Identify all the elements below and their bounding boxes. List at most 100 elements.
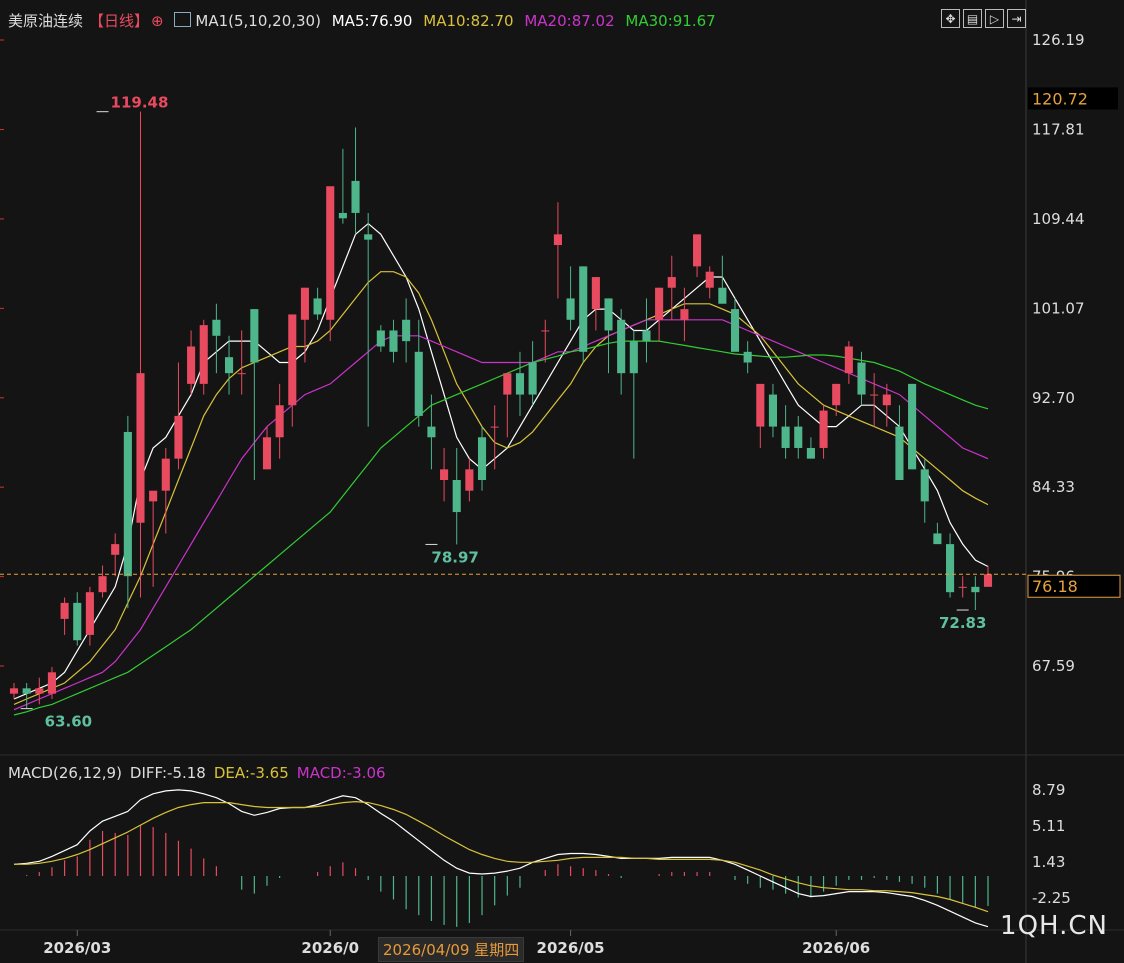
candle-up [819, 410, 828, 448]
candle-up [60, 602, 69, 619]
low-annotation: 78.97 [431, 548, 478, 566]
ma10-line [13, 271, 989, 705]
candle-down [452, 480, 461, 513]
candle-down [718, 287, 727, 304]
candle-down [604, 298, 613, 331]
grid-icon[interactable]: ▤ [963, 9, 982, 28]
price-tick-label: 117.81 [1032, 121, 1085, 139]
play-icon[interactable]: ▷ [985, 9, 1004, 28]
macd-value: MACD:-3.06 [296, 764, 386, 782]
candle-up [667, 277, 676, 288]
date-label: 2026/06 [802, 939, 870, 957]
price-tick-label: 67.59 [1032, 657, 1075, 675]
candle-up [503, 373, 512, 395]
candle-down [212, 319, 221, 336]
candle-down [971, 586, 980, 593]
diff-value: DIFF:-5.18 [129, 764, 206, 782]
candle-down [579, 266, 588, 352]
candle-up [111, 544, 120, 555]
candle-down [908, 383, 917, 470]
indicator-icon[interactable] [174, 12, 192, 27]
next-icon[interactable]: ⇥ [1007, 9, 1026, 28]
candle-up [591, 277, 600, 310]
macd-tick-label: 8.79 [1032, 781, 1065, 799]
date-label: 2026/05 [537, 939, 605, 957]
high-annotation: 119.48 [111, 94, 169, 112]
candle-up [983, 574, 993, 587]
candle-up [149, 490, 158, 502]
kline-chart[interactable]: 126.19117.81109.44101.0792.7084.3375.966… [0, 0, 1124, 963]
candle-down [781, 426, 790, 448]
candle-down [477, 437, 487, 481]
candle-up [136, 373, 145, 523]
candle-down [794, 426, 803, 448]
candle-up [490, 426, 499, 428]
candle-up [9, 688, 19, 694]
candle-down [338, 212, 347, 219]
candle-up [199, 325, 208, 384]
macd-tick-label: -2.25 [1032, 889, 1071, 907]
candle-down [224, 357, 234, 374]
ma-label[interactable]: MA1(5,10,20,30) [195, 12, 321, 30]
candle-down [806, 447, 815, 459]
candle-up [300, 287, 309, 320]
candle-up [98, 576, 107, 593]
candle-down [389, 330, 398, 352]
add-icon[interactable]: ⊕ [151, 12, 164, 30]
candle-down [946, 544, 955, 593]
candle-up [756, 383, 765, 427]
ma30-value: MA30:91.67 [625, 12, 716, 30]
candle-down [351, 180, 360, 213]
candle-up [35, 688, 44, 694]
candle-up [237, 373, 246, 375]
macd-tick-label: 5.11 [1032, 817, 1065, 835]
candle-down [515, 373, 525, 395]
candle-up [680, 309, 689, 320]
macd-label[interactable]: MACD(26,12,9) [8, 764, 122, 782]
candle-down [414, 351, 423, 416]
extreme-annotations: 119.48 78.97 63.60 72.83 [20, 94, 986, 731]
candle-up [440, 469, 449, 481]
candle-down [364, 234, 373, 240]
candle-down [617, 319, 626, 374]
candle-up [541, 330, 550, 332]
candle-down [920, 469, 929, 502]
candle-up [465, 469, 474, 491]
candle-up [275, 405, 284, 438]
candle-up [870, 394, 879, 396]
diff-line [13, 789, 989, 928]
candle-down [123, 431, 132, 577]
chart-header: 美原油连续 【日线】 ⊕ MA1(5,10,20,30) MA5:76.90 MA1… [8, 10, 722, 31]
low-annotation: 63.60 [45, 713, 92, 731]
candle-down [743, 351, 752, 363]
candles [9, 111, 993, 709]
candle-down [376, 330, 385, 347]
candle-down [313, 298, 322, 315]
cursor-date-label: 2026/04/09 星期四 [378, 937, 525, 962]
candle-down [629, 341, 638, 374]
candle-down [22, 688, 31, 694]
candle-up [553, 234, 562, 245]
macd-tick-label: 1.43 [1032, 853, 1065, 871]
candle-up [832, 383, 841, 406]
candle-up [85, 592, 94, 635]
period-label[interactable]: 【日线】 [89, 12, 149, 30]
price-tick-label: 109.44 [1032, 210, 1085, 228]
expand-icon[interactable]: ✥ [941, 9, 960, 28]
candle-down [768, 394, 778, 427]
candle-down [250, 309, 259, 363]
dea-line [14, 800, 989, 913]
date-label: 2026/0 [301, 939, 359, 957]
candle-up [161, 458, 170, 491]
price-tick-label: 84.33 [1032, 478, 1075, 496]
high-marker-label: 120.72 [1032, 89, 1088, 108]
candle-down [73, 602, 82, 641]
low-annotation: 72.83 [939, 614, 986, 632]
candle-down [857, 362, 866, 395]
candle-up [882, 394, 891, 406]
candle-up [187, 346, 196, 384]
candle-up [844, 346, 853, 374]
chart-toolbar: ✥ ▤ ▷ ⇥ [941, 9, 1026, 28]
candle-down [528, 362, 537, 395]
candle-up [326, 186, 335, 320]
